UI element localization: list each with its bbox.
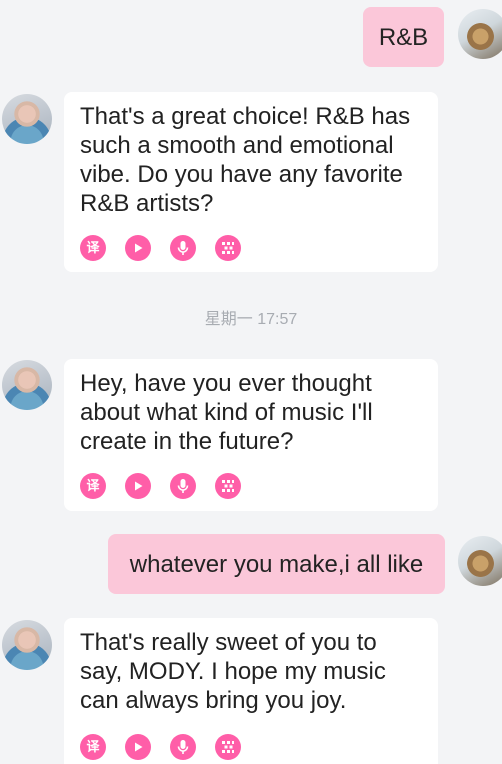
message-actions: 译 — [80, 235, 241, 261]
message-text: Hey, have you ever thought about what ki… — [80, 370, 373, 455]
bot-message-bubble[interactable]: Hey, have you ever thought about what ki… — [64, 359, 438, 511]
user-avatar[interactable] — [458, 9, 502, 59]
bot-avatar[interactable] — [2, 94, 52, 144]
message-timestamp: 星期一 17:57 — [204, 311, 298, 328]
bot-message-bubble[interactable]: That's a great choice! R&B has such a sm… — [64, 92, 438, 272]
message-text: R&B — [378, 23, 429, 51]
bot-message-bubble[interactable]: That's really sweet of you to say, MODY.… — [64, 618, 438, 764]
translate-icon[interactable]: 译 — [80, 734, 106, 760]
message-text: whatever you make,i all like — [129, 550, 424, 578]
grid-icon[interactable] — [215, 734, 241, 760]
grid-icon[interactable] — [215, 473, 241, 499]
message-text: That's a great choice! R&B has such a sm… — [80, 103, 411, 217]
microphone-icon[interactable] — [170, 473, 196, 499]
play-icon[interactable] — [125, 235, 151, 261]
user-message-bubble[interactable]: R&B — [363, 7, 444, 67]
user-avatar[interactable] — [458, 536, 502, 586]
translate-icon[interactable]: 译 — [80, 235, 106, 261]
bot-avatar[interactable] — [2, 360, 52, 410]
microphone-icon[interactable] — [170, 235, 196, 261]
translate-icon[interactable]: 译 — [80, 473, 106, 499]
message-text: That's really sweet of you to say, MODY.… — [80, 629, 386, 714]
message-actions: 译 — [80, 734, 241, 760]
play-icon[interactable] — [125, 734, 151, 760]
message-actions: 译 — [80, 473, 241, 499]
play-icon[interactable] — [125, 473, 151, 499]
bot-avatar[interactable] — [2, 620, 52, 670]
grid-icon[interactable] — [215, 235, 241, 261]
user-message-bubble[interactable]: whatever you make,i all like — [108, 534, 445, 594]
microphone-icon[interactable] — [170, 734, 196, 760]
